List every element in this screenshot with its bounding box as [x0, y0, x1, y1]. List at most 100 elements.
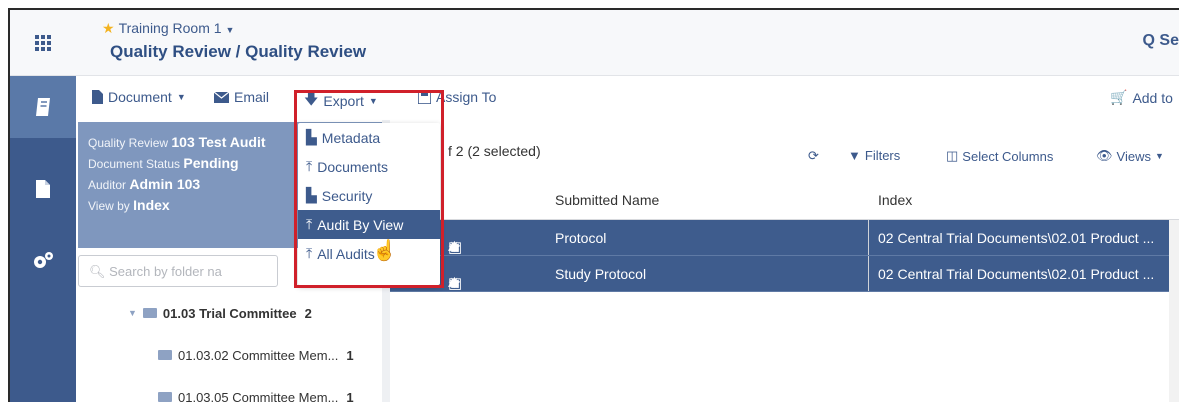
menu-item-documents[interactable]: ⤒ Documents [298, 152, 440, 181]
info-value: Pending [183, 155, 239, 171]
assign-to-button[interactable]: Assign To [418, 89, 496, 105]
menu-item-label: Audit By View [317, 216, 404, 233]
tree-label: 01.03.02 Committee Mem... [178, 347, 339, 363]
cell-index: 02 Central Trial Documents\02.01 Product… [878, 230, 1155, 246]
menu-item-audit-by-view[interactable]: ⤒ Audit By View [298, 210, 440, 239]
assign-to-label: Assign To [436, 89, 497, 105]
rail-documents-button[interactable] [10, 158, 76, 220]
tree-count: 2 [304, 305, 312, 321]
info-value: Index [133, 197, 170, 213]
menu-item-label: All Audits [317, 245, 375, 262]
upload-icon: ⤒ [306, 216, 313, 232]
info-label: Document Status [88, 157, 181, 171]
upload-icon: ⤒ [306, 245, 313, 261]
select-columns-button[interactable]: ◫ Select Columns [946, 148, 1053, 164]
room-label: Training Room 1 [118, 20, 222, 36]
export-dropdown-menu: ▙ Metadata ⤒ Documents ▙ Security ⤒ Audit By… [298, 123, 440, 285]
menu-item-security[interactable]: ▙ Security [298, 181, 440, 210]
gear-icon[interactable]: ✹ [448, 238, 461, 256]
filters-label: Filters [864, 148, 901, 163]
info-value: 103 Test Audit [171, 134, 266, 150]
column-divider [868, 220, 869, 255]
column-divider [868, 256, 869, 291]
upload-icon: ⤒ [306, 158, 313, 174]
toolbar: Document ▼ Email 🡇 Export ▼ Assign To 🛒 Ad… [76, 76, 1179, 120]
menu-item-metadata[interactable]: ▙ Metadata [298, 123, 440, 152]
global-search[interactable]: Q Se [1143, 32, 1179, 50]
apps-menu-button[interactable] [10, 10, 76, 76]
room-selector[interactable]: ★ Training Room 1 ▼ [102, 20, 234, 37]
document-button[interactable]: Document ▼ [92, 89, 186, 105]
save-icon [418, 90, 431, 104]
info-label: Auditor [88, 178, 127, 192]
tree-count: 1 [346, 389, 354, 402]
menu-item-label: Documents [317, 158, 389, 175]
grid-header: f 2 (2 selected) ⟳ ▼ Filters ◫ Select Colu… [390, 138, 1179, 176]
cart-icon: 🛒 [1110, 89, 1128, 105]
top-bar: ★ Training Room 1 ▼ Quality Review / Qual… [76, 10, 1179, 76]
menu-item-all-audits[interactable]: ⤒ All Audits [298, 239, 440, 268]
filter-icon: ▼ [848, 148, 861, 163]
info-label: Quality Review [88, 136, 169, 150]
tree-count: 1 [346, 347, 354, 363]
folder-search-placeholder: Search by folder na [109, 264, 222, 279]
file-icon [92, 90, 103, 104]
filters-button[interactable]: ▼ Filters [848, 148, 900, 163]
gear-icon[interactable]: ✹ [448, 274, 461, 292]
breadcrumb[interactable]: Quality Review / Quality Review [110, 42, 366, 62]
table-row[interactable]: ▣ ▰ ★ ✹ Protocol 02 Central Trial Documents… [390, 220, 1179, 256]
document-label: Document [108, 89, 172, 105]
search-icon: 🔍︎ [89, 264, 106, 279]
tree-node[interactable]: ▼ 01.03 Trial Committee 2 [78, 292, 382, 334]
hand-cursor-icon: ☝ [372, 240, 397, 262]
add-to-label: Add to [1132, 89, 1173, 106]
table-row[interactable]: ▣ ▰ ★ ✹ Study Protocol 02 Central Trial Doc… [390, 256, 1179, 292]
views-label: Views [1116, 148, 1151, 164]
menu-item-label: Metadata [321, 129, 381, 146]
rail-review-button[interactable] [10, 76, 76, 138]
file-icon: ▙ [306, 129, 317, 145]
export-label: Export [323, 93, 364, 109]
chevron-down-icon: ▼ [368, 96, 378, 106]
folder-icon [158, 350, 172, 360]
column-header-submitted-name[interactable]: Submitted Name [555, 192, 659, 208]
cell-submitted-name: Study Protocol [555, 266, 647, 282]
folder-icon [158, 392, 172, 402]
left-rail [10, 10, 76, 402]
eye-icon: 👁︎ [1096, 148, 1113, 163]
tree-node[interactable]: 01.03.05 Committee Mem... 1 [78, 376, 382, 402]
document-icon [36, 180, 50, 198]
export-button[interactable]: 🡇 Export ▼ [304, 89, 378, 113]
columns-icon: ◫ [946, 148, 959, 163]
cell-index: 02 Central Trial Documents\02.01 Product… [878, 266, 1155, 282]
folder-search-input[interactable]: 🔍︎ Search by folder na [78, 255, 278, 287]
column-header-index[interactable]: Index [878, 192, 912, 208]
email-button[interactable]: Email [214, 89, 269, 105]
views-button[interactable]: 👁︎ Views ▼ [1096, 148, 1164, 164]
notebook-icon [36, 98, 50, 116]
grid-icon [35, 34, 51, 51]
email-label: Email [234, 89, 270, 105]
file-icon: ▙ [306, 187, 317, 203]
chevron-down-icon: ▼ [176, 92, 186, 102]
arrow-down-icon: 🡇 [304, 91, 319, 107]
info-value: Admin 103 [129, 176, 201, 192]
tree-label: 01.03 Trial Committee [162, 305, 297, 321]
chevron-down-icon: ▼ [1154, 151, 1164, 161]
refresh-icon[interactable]: ⟳ [808, 148, 819, 164]
rail-settings-button[interactable] [10, 230, 76, 292]
folder-icon [142, 308, 157, 318]
tree-node[interactable]: 01.03.02 Committee Mem... 1 [78, 334, 382, 376]
star-icon: ★ [102, 20, 115, 36]
gears-icon [34, 252, 53, 268]
cell-submitted-name: Protocol [555, 230, 607, 246]
select-columns-label: Select Columns [962, 148, 1054, 164]
chevron-down-icon: ▼ [128, 308, 137, 318]
app-window: ★ Training Room 1 ▼ Quality Review / Qual… [8, 8, 1179, 402]
envelope-icon [214, 91, 229, 103]
tree-label: 01.03.05 Committee Mem... [178, 389, 339, 402]
menu-item-label: Security [321, 187, 373, 204]
grid-scrollbar[interactable] [1169, 220, 1179, 402]
add-to-button[interactable]: 🛒 Add to [1110, 89, 1173, 106]
info-label: View by [88, 199, 130, 213]
